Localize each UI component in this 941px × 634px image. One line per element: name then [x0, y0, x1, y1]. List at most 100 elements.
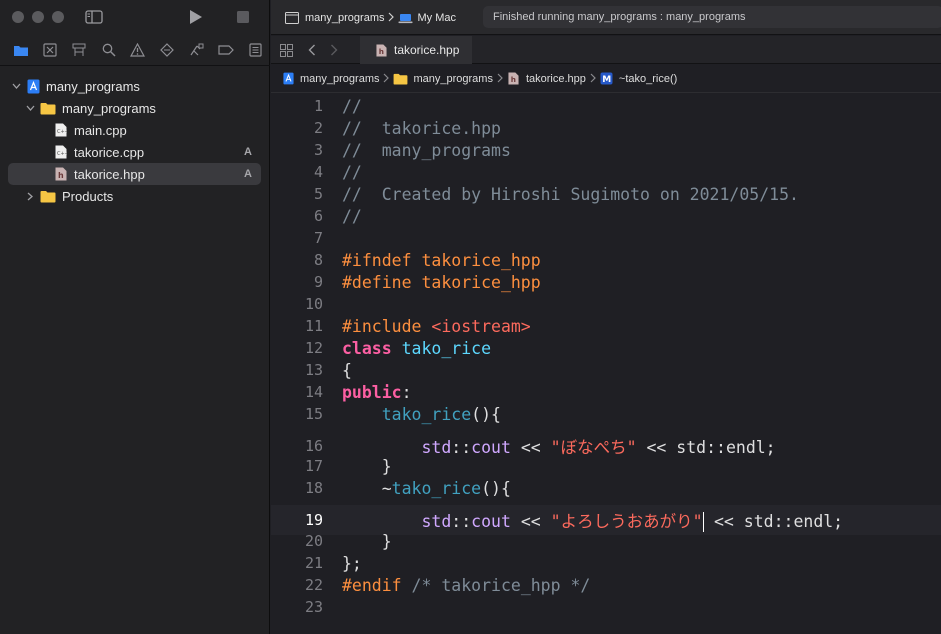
code-token: :	[401, 382, 412, 402]
zoom-window-button[interactable]	[52, 11, 64, 23]
svg-text:C++: C++	[57, 129, 67, 135]
code-text: //	[342, 207, 362, 226]
symbol-navigator-icon[interactable]	[65, 39, 94, 61]
code-line[interactable]: 18 ~tako_rice(){	[271, 477, 941, 499]
debug-navigator-icon[interactable]	[182, 39, 211, 61]
code-line[interactable]: 12 class tako_rice	[271, 337, 941, 359]
tree-item-group[interactable]: many_programs	[0, 97, 270, 119]
code-line[interactable]: 7	[271, 227, 941, 249]
tree-item-file-selected[interactable]: h takorice.hpp A	[8, 163, 261, 185]
header-file-icon: h	[54, 167, 68, 181]
code-line[interactable]: 2 // takorice.hpp	[271, 117, 941, 139]
code-line[interactable]: 17 }	[271, 455, 941, 477]
code-token: (){	[481, 478, 511, 498]
minimize-window-button[interactable]	[32, 11, 44, 23]
code-text: #include <iostream>	[342, 317, 531, 336]
line-number: 5	[313, 185, 323, 203]
jump-bar-project[interactable]: many_programs	[281, 72, 379, 86]
code-line[interactable]: 6 //	[271, 205, 941, 227]
code-token: {	[342, 360, 352, 380]
grid-related-items-icon[interactable]	[278, 42, 294, 58]
jump-bar-symbol[interactable]: M ~tako_rice()	[600, 72, 677, 86]
tree-item-group[interactable]: Products	[0, 185, 270, 207]
chevron-down-icon[interactable]	[24, 105, 36, 111]
code-token: //	[342, 162, 362, 182]
report-navigator-icon[interactable]	[241, 39, 270, 61]
line-number: 16	[304, 437, 323, 455]
scheme-selector[interactable]: many_programs My Mac	[285, 9, 456, 27]
cpp-file-icon: C++	[54, 123, 68, 137]
tree-item-project[interactable]: many_programs	[0, 75, 270, 97]
code-line[interactable]: 13 {	[271, 359, 941, 381]
find-navigator-icon[interactable]	[94, 39, 123, 61]
svg-text:h: h	[378, 47, 383, 56]
mac-laptop-icon	[398, 13, 413, 24]
method-symbol-icon: M	[600, 72, 614, 86]
code-text: };	[342, 554, 362, 573]
code-line[interactable]: 3 // many_programs	[271, 139, 941, 161]
tab-takorice-hpp[interactable]: h takorice.hpp	[360, 36, 472, 64]
forward-arrow-icon[interactable]	[326, 42, 342, 58]
tab-label: takorice.hpp	[394, 43, 460, 57]
test-navigator-icon[interactable]	[153, 39, 182, 61]
line-number: 7	[313, 229, 323, 247]
source-control-navigator-icon[interactable]	[35, 39, 64, 61]
code-text: // takorice.hpp	[342, 119, 501, 138]
jump-bar-file[interactable]: h takorice.hpp	[507, 72, 586, 86]
code-token: ::	[451, 511, 472, 531]
chevron-down-icon[interactable]	[10, 83, 22, 89]
code-line[interactable]: 21};	[271, 552, 941, 574]
code-text: }	[342, 532, 392, 551]
navigator-sidebar: many_programs many_programs C++ main.cpp	[0, 0, 270, 634]
chevron-right-icon	[497, 72, 503, 86]
code-line[interactable]: 8 #ifndef takorice_hpp	[271, 249, 941, 271]
code-token: /* takorice_hpp */	[401, 575, 591, 595]
code-text: ~tako_rice(){	[342, 479, 511, 498]
code-line[interactable]: 5 // Created by Hiroshi Sugimoto on 2021/…	[271, 183, 941, 205]
tree-item-file[interactable]: C++ takorice.cpp A	[0, 141, 270, 163]
code-line[interactable]: 14 public:	[271, 381, 941, 403]
code-line[interactable]: 9 #define takorice_hpp	[271, 271, 941, 293]
back-arrow-icon[interactable]	[304, 42, 320, 58]
close-window-button[interactable]	[12, 11, 24, 23]
code-token: // takorice.hpp	[342, 118, 501, 138]
chevron-right-icon[interactable]	[24, 192, 36, 201]
editor-area: many_programs My Mac Finished running ma…	[271, 0, 941, 634]
chevron-right-icon	[383, 72, 390, 86]
svg-text:C++: C++	[57, 151, 67, 157]
jump-bar-group[interactable]: many_programs	[393, 72, 493, 86]
code-line[interactable]: 4 //	[271, 161, 941, 183]
tree-item-label: main.cpp	[74, 122, 127, 138]
code-text: //	[342, 163, 362, 182]
code-line[interactable]: 10	[271, 293, 941, 315]
code-line[interactable]: 20 }	[271, 530, 941, 552]
jump-bar-label: many_programs	[300, 72, 380, 85]
code-text: {	[342, 361, 352, 380]
code-line[interactable]: 15 tako_rice(){	[271, 403, 941, 425]
code-token: public	[342, 382, 402, 402]
code-line[interactable]: 22 #endif /* takorice_hpp */	[271, 574, 941, 596]
stop-button-icon[interactable]	[234, 8, 252, 26]
navigator-selector-bar	[0, 38, 270, 62]
code-line[interactable]: 1 //	[271, 95, 941, 117]
line-number: 17	[304, 457, 323, 475]
chevron-right-icon	[590, 72, 596, 86]
jump-bar: many_programs many_programs h takorice.h…	[271, 65, 941, 93]
issue-navigator-icon[interactable]	[123, 39, 152, 61]
line-number: 19	[304, 511, 323, 529]
activity-status: Finished running many_programs : many_pr…	[483, 6, 941, 28]
breakpoint-navigator-icon[interactable]	[211, 39, 240, 61]
sidebar-toggle-icon[interactable]	[84, 8, 104, 26]
code-text: #endif /* takorice_hpp */	[342, 576, 590, 595]
code-line[interactable]: 23	[271, 596, 941, 618]
code-token: cout	[471, 511, 511, 531]
header-file-icon: h	[374, 43, 388, 57]
project-navigator-icon[interactable]	[6, 39, 35, 61]
tree-item-label: many_programs	[62, 100, 156, 116]
run-button-icon[interactable]	[187, 8, 205, 26]
code-line[interactable]: 11 #include <iostream>	[271, 315, 941, 337]
code-token: }	[342, 456, 392, 476]
code-text: class tako_rice	[342, 339, 491, 358]
code-text: // many_programs	[342, 141, 511, 160]
tree-item-file[interactable]: C++ main.cpp	[0, 119, 270, 141]
